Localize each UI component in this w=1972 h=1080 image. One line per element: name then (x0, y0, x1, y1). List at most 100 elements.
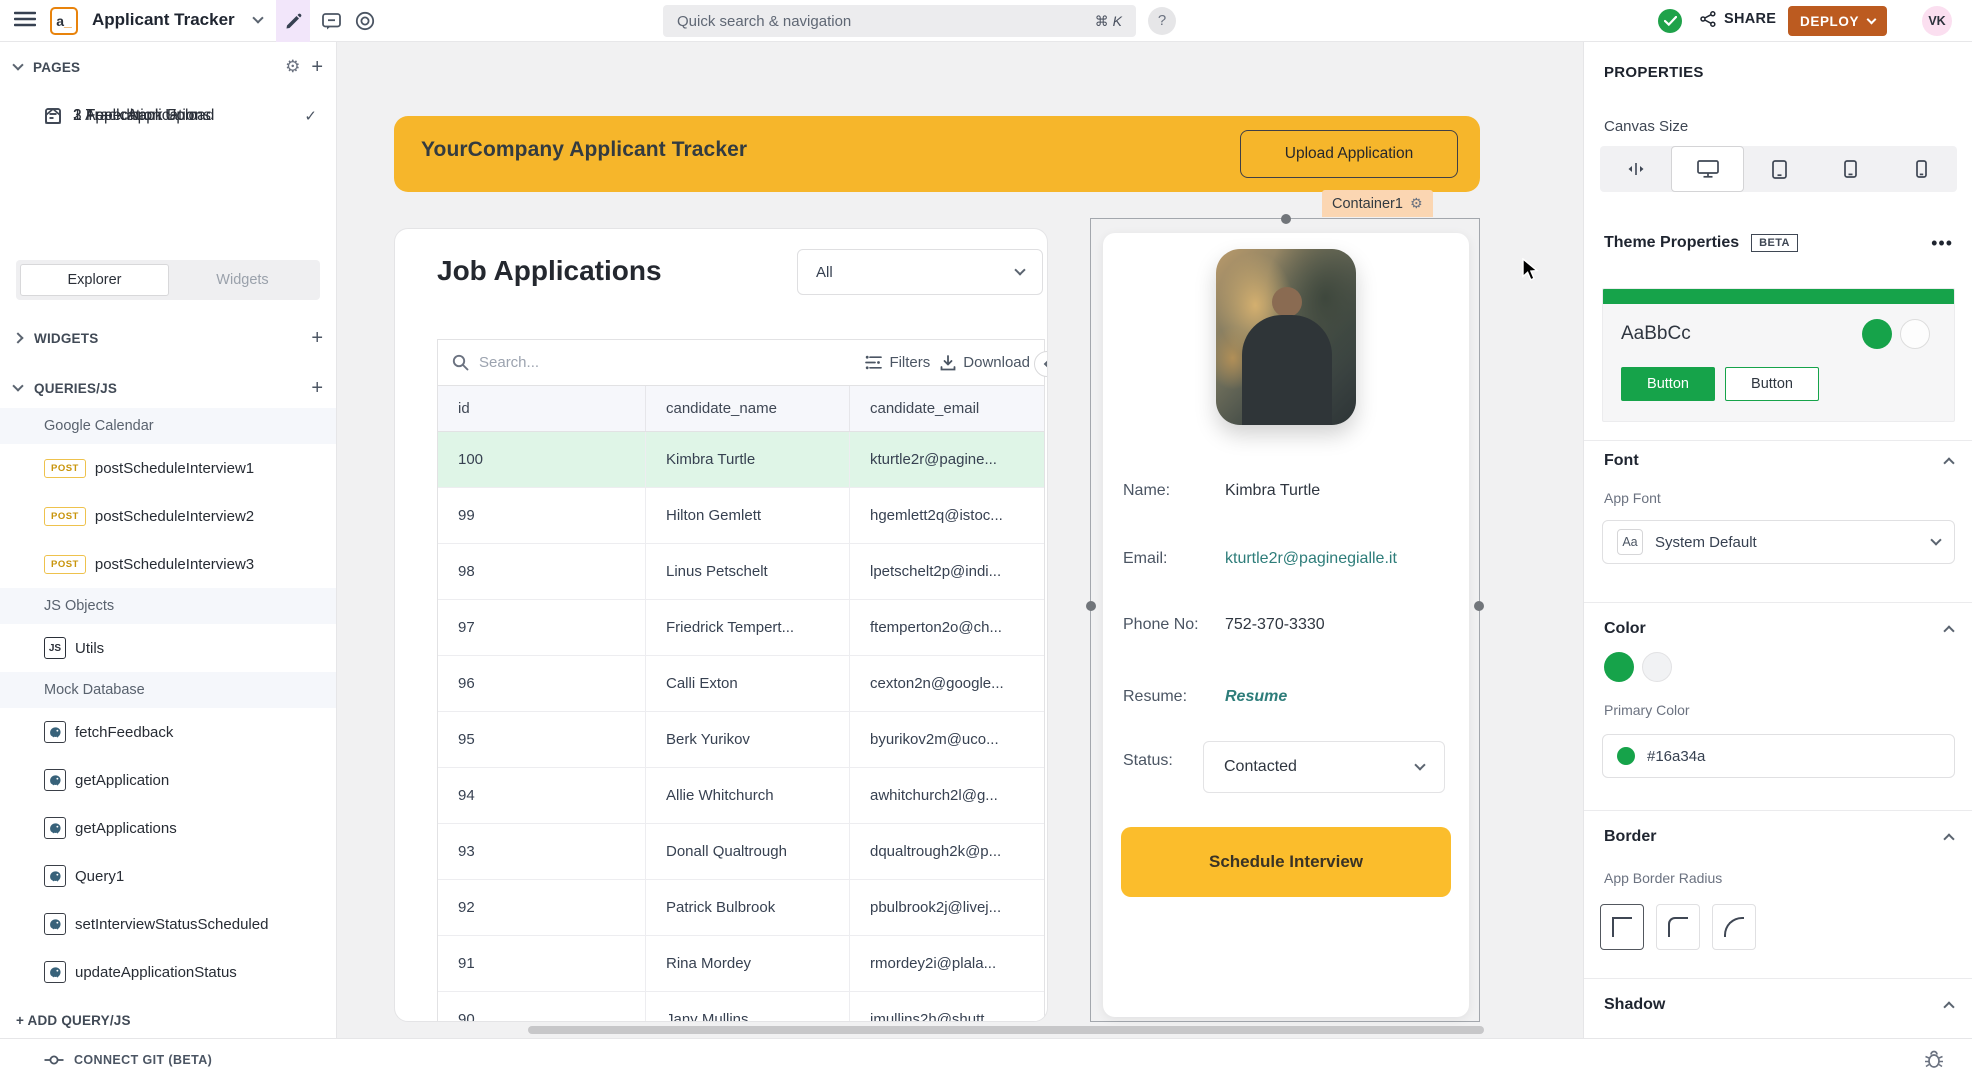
tab-explorer[interactable]: Explorer (20, 264, 169, 296)
edit-mode-button[interactable] (276, 0, 310, 42)
table-row[interactable]: 97 Friedrick Tempert... ftemperton2o@ch.… (438, 600, 1044, 656)
cell-id: 95 (438, 712, 646, 767)
app-title[interactable]: Applicant Tracker (92, 10, 235, 30)
resize-handle-top[interactable] (1281, 214, 1291, 224)
deploy-chevron-icon[interactable] (1867, 14, 1877, 24)
connect-git-button[interactable]: CONNECT GIT (BETA) (44, 1039, 212, 1080)
explorer-tree-row[interactable]: fetchFeedback (0, 708, 337, 756)
app-logo[interactable]: a_ (50, 7, 78, 35)
container1-settings-gear-icon[interactable]: ⚙ (1410, 197, 1423, 211)
primary-color-input[interactable]: #16a34a (1602, 734, 1955, 778)
table-row[interactable]: 91 Rina Mordey rmordey2i@plala... (438, 936, 1044, 992)
explorer-tree-row[interactable]: Google Calendar (0, 408, 337, 444)
shadow-section-header[interactable]: Shadow (1604, 996, 1953, 1014)
postgres-icon (48, 965, 63, 980)
view-mode-button[interactable] (348, 0, 382, 42)
table-row[interactable]: 94 Allie Whitchurch awhitchurch2l@g... (438, 768, 1044, 824)
theme-options-menu-button[interactable]: ••• (1931, 238, 1953, 248)
tab-widgets[interactable]: Widgets (169, 264, 316, 296)
share-button[interactable]: SHARE (1700, 11, 1776, 27)
border-radius-large-button[interactable] (1712, 904, 1756, 950)
add-page-button[interactable]: + (311, 57, 323, 77)
comment-mode-button[interactable] (314, 0, 348, 42)
color-section-header[interactable]: Color (1604, 620, 1953, 638)
column-header-candidate-email[interactable]: candidate_email (850, 386, 1044, 431)
table-row[interactable]: 100 Kimbra Turtle kturtle2r@pagine... (438, 432, 1044, 488)
cell-id: 97 (438, 600, 646, 655)
border-section-header[interactable]: Border (1604, 828, 1953, 846)
quick-search-bar[interactable]: ⌘ K (663, 5, 1136, 37)
table-row[interactable]: 95 Berk Yurikov byurikov2m@uco... (438, 712, 1044, 768)
explorer-tree-row[interactable]: JS Objects (0, 588, 337, 624)
table-row[interactable]: 92 Patrick Bulbrook pbulbrook2j@livej... (438, 880, 1044, 936)
color-collapse-chevron-icon[interactable] (1943, 625, 1954, 636)
explorer-tree-row[interactable]: setInterviewStatusScheduled (0, 900, 337, 948)
app-title-chevron-icon[interactable] (252, 12, 263, 23)
primary-color-swatch[interactable] (1604, 652, 1634, 682)
pages-settings-gear-icon[interactable]: ⚙ (285, 59, 300, 76)
filters-button[interactable]: Filters (865, 354, 930, 371)
explorer-tree-row[interactable]: Query1 (0, 852, 337, 900)
canvas-horizontal-scrollbar[interactable] (528, 1026, 1484, 1034)
table-row[interactable]: 99 Hilton Gemlett hgemlett2q@istoc... (438, 488, 1044, 544)
explorer-tree-row[interactable]: updateApplicationStatus (0, 948, 337, 996)
table-row[interactable]: 98 Linus Petschelt lpetschelt2p@indi... (438, 544, 1044, 600)
table-row[interactable]: 93 Donall Qualtrough dqualtrough2k@p... (438, 824, 1044, 880)
explorer-tree-row[interactable]: getApplication (0, 756, 337, 804)
container1-widget-tag[interactable]: Container1 ⚙ (1322, 190, 1433, 217)
upload-application-button[interactable]: Upload Application (1240, 130, 1458, 178)
debug-button[interactable] (1924, 1049, 1944, 1069)
column-header-id[interactable]: id (438, 386, 646, 431)
table-search-input[interactable] (479, 354, 669, 371)
column-header-candidate-name[interactable]: candidate_name (646, 386, 850, 431)
hamburger-menu-icon[interactable] (14, 11, 36, 27)
background-color-swatch[interactable] (1642, 652, 1672, 682)
explorer-tree-row[interactable]: POST postScheduleInterview3 (0, 540, 337, 588)
table-row[interactable]: 96 Calli Exton cexton2n@google... (438, 656, 1044, 712)
theme-preview-card[interactable]: AaBbCc Button Button (1602, 288, 1955, 422)
status-select[interactable]: Contacted (1203, 741, 1445, 793)
add-query-plus-button[interactable]: + (311, 378, 323, 398)
canvas-size-segmented-control (1600, 146, 1957, 192)
add-query-js-button[interactable]: + ADD QUERY/JS (0, 1000, 337, 1038)
queries-collapse-chevron-icon[interactable] (12, 380, 23, 391)
widgets-expand-chevron-icon[interactable] (12, 332, 23, 343)
resize-handle-right[interactable] (1474, 601, 1484, 611)
sidebar-page-item[interactable]: 1 Track Applications ✓ (0, 94, 337, 138)
explorer-tree-row[interactable]: JS Utils (0, 624, 337, 672)
canvas-size-fluid-button[interactable] (1600, 146, 1671, 192)
resize-handle-left[interactable] (1086, 601, 1096, 611)
queries-section-row[interactable]: QUERIES/JS + (0, 368, 337, 408)
shadow-collapse-chevron-icon[interactable] (1943, 1001, 1954, 1012)
border-collapse-chevron-icon[interactable] (1943, 833, 1954, 844)
download-button[interactable]: Download (940, 354, 1030, 371)
user-avatar[interactable]: VK (1922, 6, 1952, 36)
help-button[interactable]: ? (1148, 7, 1176, 35)
explorer-tree-row[interactable]: POST postScheduleInterview1 (0, 444, 337, 492)
query-type-badge: POST (44, 459, 86, 478)
theme-button-outline-preview: Button (1725, 367, 1819, 401)
border-radius-none-button[interactable] (1600, 904, 1644, 950)
deploy-button[interactable]: DEPLOY (1788, 6, 1887, 36)
pages-collapse-chevron-icon[interactable] (12, 59, 23, 70)
header-banner-widget[interactable]: YourCompany Applicant Tracker Upload App… (394, 116, 1480, 192)
schedule-interview-button[interactable]: Schedule Interview (1121, 827, 1451, 897)
explorer-tree-row[interactable]: Mock Database (0, 672, 337, 708)
canvas-size-mobile-button[interactable] (1886, 146, 1957, 192)
font-collapse-chevron-icon[interactable] (1943, 457, 1954, 468)
explorer-tree-row[interactable]: getApplications (0, 804, 337, 852)
candidate-photo (1216, 249, 1356, 425)
border-radius-medium-button[interactable] (1656, 904, 1700, 950)
table-row[interactable]: 90 Jany Mullins jmullins2h@shutt... (438, 992, 1044, 1022)
canvas-size-desktop-button[interactable] (1671, 146, 1744, 192)
font-section-header[interactable]: Font (1604, 452, 1953, 470)
explorer-tree-row[interactable]: POST postScheduleInterview2 (0, 492, 337, 540)
container1-widget[interactable]: Name: Kimbra Turtle Email: kturtle2r@pag… (1090, 218, 1480, 1022)
status-filter-select[interactable]: All (797, 249, 1043, 295)
quick-search-input[interactable] (677, 13, 1095, 30)
add-widget-button[interactable]: + (311, 328, 323, 348)
app-font-select[interactable]: Aa System Default (1602, 520, 1955, 564)
canvas-size-tablet-button[interactable] (1815, 146, 1886, 192)
canvas-size-tablet-large-button[interactable] (1744, 146, 1815, 192)
widgets-section-row[interactable]: WIDGETS + (0, 318, 337, 358)
